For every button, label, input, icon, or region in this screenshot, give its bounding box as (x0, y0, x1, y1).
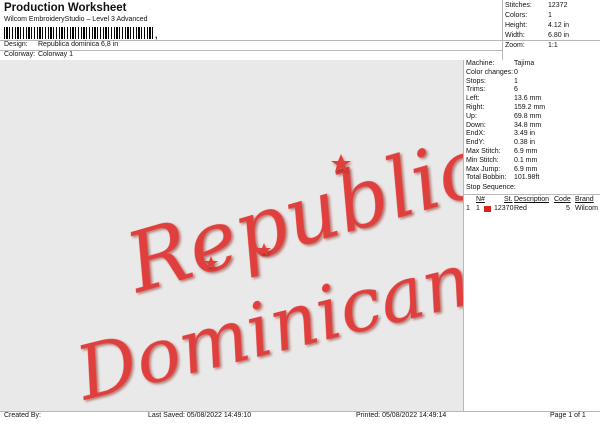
machine-stat-value: 159.2 mm (514, 104, 546, 111)
design-value: Republica dominica 6,8 in (38, 41, 119, 48)
machine-stat-value: 6 (514, 86, 518, 94)
stop-sequence-label: Stop Sequence: (466, 184, 516, 191)
machine-panel: Machine: Tajima Color changes: 0 Stops: 1 Trim… (464, 60, 600, 412)
software-subtitle: Wilcom EmbroideryStudio – Level 3 Advanc… (4, 16, 148, 23)
machine-stat-label: Right: (466, 104, 485, 111)
machine-stat-label: EndX: (466, 130, 486, 138)
design-preview: Republica Dominicana (0, 60, 542, 418)
machine-stat-label: Left: (466, 95, 480, 103)
col-header-n: N# (476, 196, 485, 203)
machine-stat-value: 0.1 mm (514, 156, 538, 164)
machine-stat-label: Stops: (466, 77, 486, 85)
zoom-label: Zoom: (505, 42, 525, 49)
thread-swatch (484, 206, 491, 212)
seq-n: 1 (476, 205, 480, 212)
divider (464, 194, 600, 195)
col-header-code: Code (554, 196, 571, 203)
machine-stat-value: 34.8 mm (514, 121, 542, 129)
machine-stat-label: Max Jump: (466, 165, 501, 173)
machine-stat-label: Total Bobbin: (466, 174, 507, 182)
height-value: 4.12 in (548, 22, 570, 29)
machine-stat-value: 3.49 in (514, 130, 536, 138)
machine-stat-value: 101.98ft (514, 174, 540, 182)
colorway-label: Colorway: (4, 51, 36, 58)
zoom-value: 1:1 (548, 42, 558, 49)
machine-stat-value: Tajima (514, 60, 535, 67)
seq-stitches: 12370 (494, 205, 514, 212)
machine-stat-label: EndY: (466, 139, 485, 147)
machine-stat-label: Down: (466, 121, 486, 129)
seq-code: 5 (566, 205, 570, 212)
machine-stat-label: Min Stitch: (466, 156, 499, 164)
seq-brand: Wilcom (575, 205, 598, 212)
col-header-description: Description (514, 196, 550, 203)
divider (0, 50, 502, 51)
seq-description: Red (514, 205, 527, 212)
machine-stat-label: Color changes: (466, 68, 514, 76)
machine-stat-value: 6.9 mm (514, 148, 538, 155)
barcode (4, 27, 154, 39)
colors-value: 1 (548, 12, 552, 19)
stitches-label: Stitches: (505, 2, 532, 9)
printed-date: Printed: 05/08/2022 14:49:14 (356, 412, 447, 419)
page-number: Page 1 of 1 (550, 412, 586, 419)
machine-stat-value: 0.38 in (514, 139, 536, 147)
machine-stat-value: 69.8 mm (514, 112, 542, 120)
machine-stat-label: Up: (466, 112, 477, 120)
design-label: Design: (4, 41, 28, 48)
machine-stat-value: 1 (514, 77, 518, 85)
page-title: Production Worksheet (4, 2, 127, 14)
divider (502, 0, 503, 60)
divider (0, 411, 600, 412)
machine-stat-value: 6.9 mm (514, 165, 538, 173)
stitches-value: 12372 (548, 2, 568, 9)
col-header-st: St. (504, 196, 513, 203)
last-saved: Last Saved: 05/08/2022 14:49:10 (148, 412, 252, 419)
colorway-value: Colorway 1 (38, 51, 74, 58)
machine-stat-label: Machine: (466, 60, 495, 67)
embroidery-design: Republica Dominicana (66, 106, 542, 418)
machine-stat-value: 13.6 mm (514, 95, 542, 103)
seq-index: 1 (466, 205, 470, 212)
machine-stat-label: Max Stitch: (466, 148, 501, 155)
width-value: 6.80 in (548, 32, 570, 39)
barcode-suffix: , (155, 30, 158, 40)
machine-stat-label: Trims: (466, 86, 486, 94)
colors-label: Colors: (505, 12, 528, 19)
height-label: Height: (505, 22, 528, 29)
col-header-brand: Brand (575, 196, 594, 203)
width-label: Width: (505, 32, 525, 39)
created-by: Created By: (4, 412, 41, 419)
machine-stat-value: 0 (514, 68, 518, 76)
